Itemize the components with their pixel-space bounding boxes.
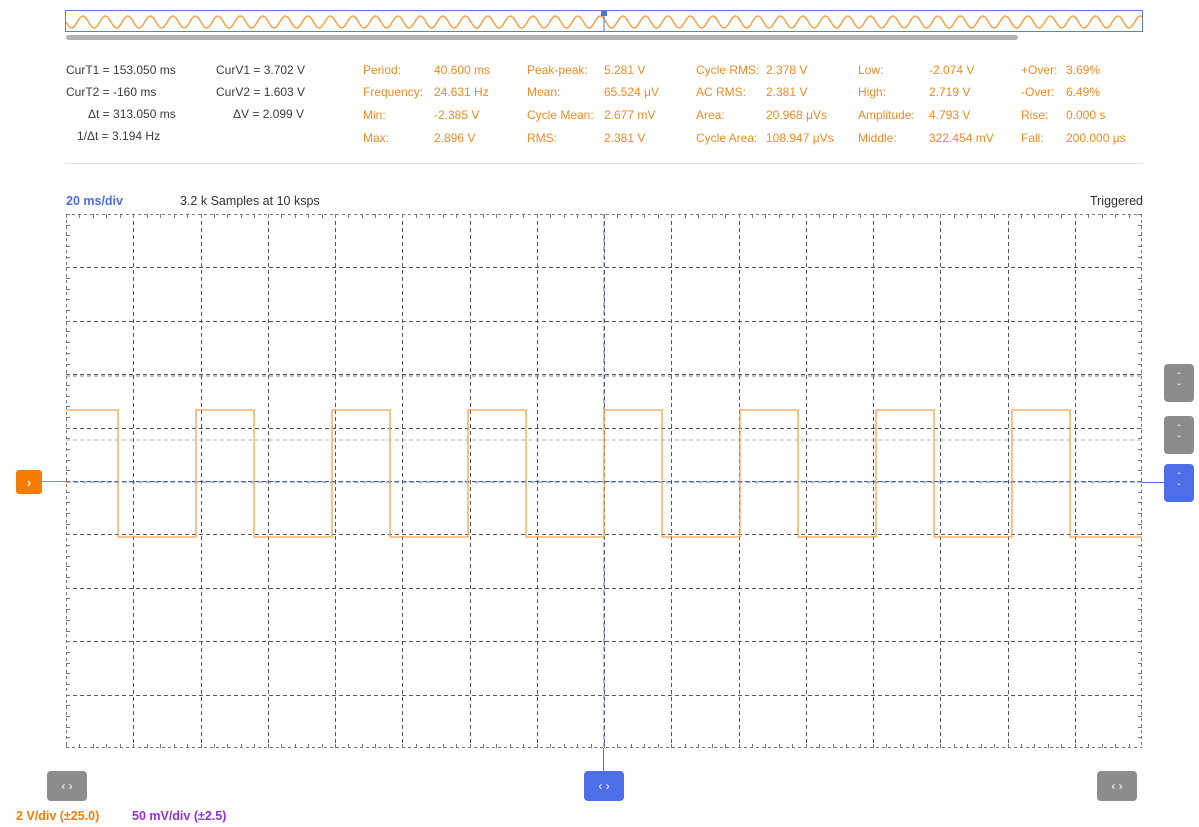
horizontal-cursor-control[interactable]: ‹ › bbox=[584, 771, 624, 801]
max-label: Max: bbox=[363, 131, 390, 145]
peakpeak-value: 5.281 V bbox=[604, 63, 646, 77]
period-label: Period: bbox=[363, 63, 402, 77]
overview-trigger-marker[interactable] bbox=[601, 11, 607, 16]
cursor-dt-readout: Δt = 313.050 ms bbox=[88, 107, 176, 121]
cyclerms-value: 2.378 V bbox=[766, 63, 808, 77]
mean-value: 65.524 μV bbox=[604, 85, 659, 99]
samples-info: 3.2 k Samples at 10 ksps bbox=[180, 194, 320, 208]
scope-plot[interactable] bbox=[66, 214, 1142, 748]
frequency-value: 24.631 Hz bbox=[434, 85, 489, 99]
fall-value: 200.000 μs bbox=[1066, 131, 1126, 145]
cursor-t2-readout: CurT2 = -160 ms bbox=[66, 85, 157, 99]
rms-label: RMS: bbox=[527, 131, 557, 145]
cyclearea-value: 108.947 μVs bbox=[766, 131, 834, 145]
trigger-status: Triggered bbox=[1089, 194, 1143, 208]
rise-label: Rise: bbox=[1021, 108, 1049, 122]
area-label: Area: bbox=[696, 108, 725, 122]
chevron-up-icon: ˆ bbox=[1177, 372, 1181, 383]
peakpeak-label: Peak-peak: bbox=[527, 63, 588, 77]
acrms-value: 2.381 V bbox=[766, 85, 808, 99]
middle-value: 322.454 mV bbox=[929, 131, 994, 145]
cursor-inv-dt-readout: 1/Δt = 3.194 Hz bbox=[77, 129, 161, 143]
cursor-dv-readout: ΔV = 2.099 V bbox=[233, 107, 305, 121]
amplitude-label: Amplitude: bbox=[858, 108, 915, 122]
channel1-scale[interactable]: 2 V/div (±25.0) bbox=[16, 809, 99, 823]
high-value: 2.719 V bbox=[929, 85, 971, 99]
cyclerms-label: Cycle RMS: bbox=[696, 63, 760, 77]
chevron-right-icon: › bbox=[26, 474, 32, 490]
cursor-marker-line bbox=[1142, 482, 1164, 483]
low-label: Low: bbox=[858, 63, 884, 77]
mean-label: Mean: bbox=[527, 85, 561, 99]
low-value: -2.074 V bbox=[929, 63, 975, 77]
rise-value: 0.000 s bbox=[1066, 108, 1106, 122]
chevron-up-icon: ˆ bbox=[1177, 424, 1181, 435]
cursor-v1-readout: CurV1 = 3.702 V bbox=[216, 63, 306, 77]
area-value: 20.968 μVs bbox=[766, 108, 827, 122]
overshoot-negative-value: 6.49% bbox=[1066, 85, 1101, 99]
readout-divider bbox=[65, 163, 1143, 164]
horizontal-control-left[interactable]: ‹ › bbox=[47, 771, 87, 801]
max-value: 2.896 V bbox=[434, 131, 476, 145]
cursor-v2-readout: CurV2 = 1.603 V bbox=[216, 85, 306, 99]
vertical-control-1[interactable]: ˆ ˇ bbox=[1164, 364, 1194, 402]
channel1-trace bbox=[66, 409, 1142, 538]
timebase-label[interactable]: 20 ms/div bbox=[66, 194, 123, 208]
channel2-scale[interactable]: 50 mV/div (±2.5) bbox=[132, 809, 226, 823]
chevron-up-icon: ˆ bbox=[1177, 472, 1181, 483]
left-right-arrows-icon: ‹ › bbox=[61, 779, 73, 793]
chevron-down-icon: ˇ bbox=[1177, 383, 1181, 394]
chevron-down-icon: ˇ bbox=[1177, 435, 1181, 446]
overshoot-negative-label: -Over: bbox=[1021, 85, 1055, 99]
channel1-marker-line bbox=[42, 481, 66, 482]
left-right-arrows-icon: ‹ › bbox=[1111, 779, 1123, 793]
overview-scrollbar[interactable] bbox=[66, 35, 1018, 40]
chevron-down-icon: ˇ bbox=[1177, 483, 1181, 494]
amplitude-value: 4.793 V bbox=[929, 108, 971, 122]
middle-label: Middle: bbox=[858, 131, 897, 145]
channel1-offset-marker[interactable]: › bbox=[16, 470, 42, 494]
cyclemean-value: 2.677 mV bbox=[604, 108, 656, 122]
overshoot-positive-label: +Over: bbox=[1021, 63, 1058, 77]
cyclemean-label: Cycle Mean: bbox=[527, 108, 594, 122]
frequency-label: Frequency: bbox=[363, 85, 424, 99]
left-right-arrows-icon: ‹ › bbox=[598, 779, 610, 793]
cyclearea-label: Cycle Area: bbox=[696, 131, 758, 145]
min-value: -2.385 V bbox=[434, 108, 480, 122]
overshoot-positive-value: 3.69% bbox=[1066, 63, 1101, 77]
vertical-control-2[interactable]: ˆ ˇ bbox=[1164, 416, 1194, 454]
high-label: High: bbox=[858, 85, 887, 99]
rms-value: 2.381 V bbox=[604, 131, 646, 145]
horizontal-control-right[interactable]: ‹ › bbox=[1097, 771, 1137, 801]
cursor-vertical-control[interactable]: ˆ ˇ bbox=[1164, 464, 1194, 502]
min-label: Min: bbox=[363, 108, 386, 122]
cursor-t1-readout: CurT1 = 153.050 ms bbox=[66, 63, 176, 77]
period-value: 40.600 ms bbox=[434, 63, 491, 77]
cursor-stem bbox=[603, 748, 604, 771]
acrms-label: AC RMS: bbox=[696, 85, 747, 99]
fall-label: Fall: bbox=[1021, 131, 1044, 145]
